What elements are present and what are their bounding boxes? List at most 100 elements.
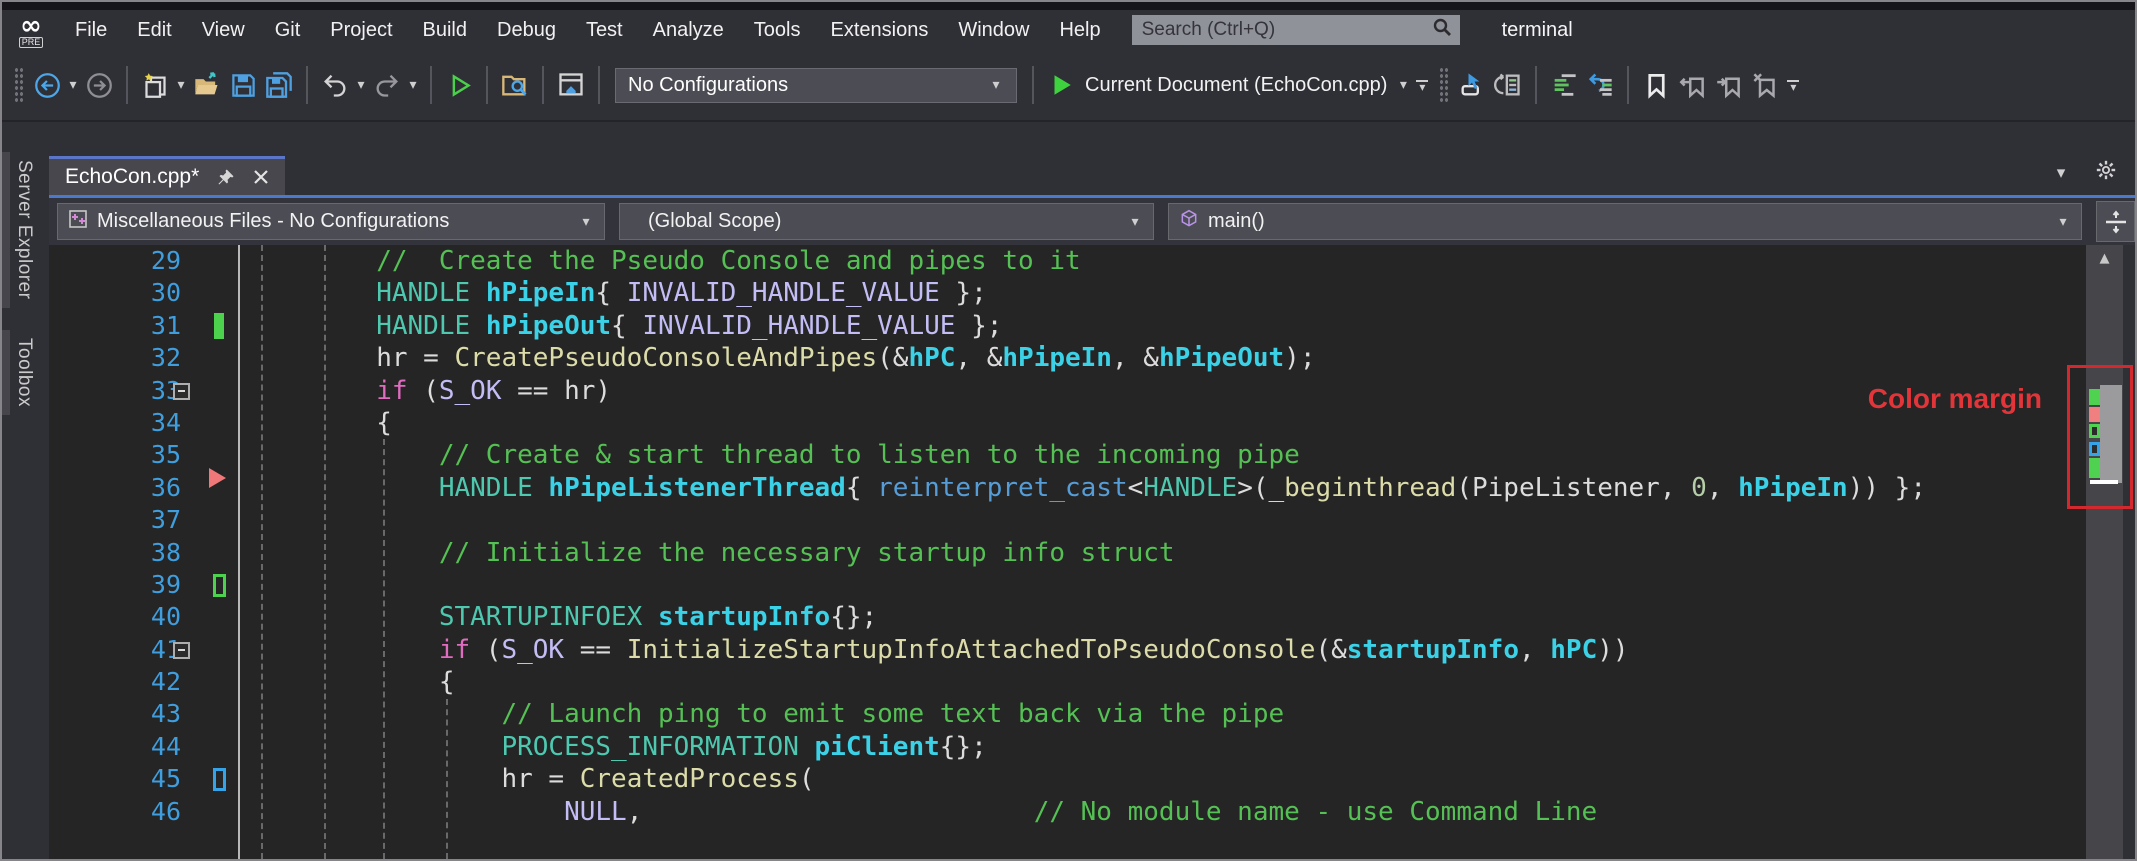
navigate-back-button[interactable] bbox=[29, 67, 65, 103]
glyph-margin[interactable] bbox=[181, 537, 238, 569]
code-line-41[interactable]: 41 if (S_OK == InitializeStartupInfoAtta… bbox=[49, 634, 2086, 666]
comment-selection-button[interactable] bbox=[1546, 67, 1582, 103]
tab-list-chevron-icon[interactable]: ▾ bbox=[2053, 163, 2069, 183]
save-all-button[interactable] bbox=[261, 67, 297, 103]
code-line-30[interactable]: 30 HANDLE hPipeIn{ INVALID_HANDLE_VALUE … bbox=[49, 277, 2086, 309]
code-line-44[interactable]: 44 PROCESS_INFORMATION piClient{}; bbox=[49, 731, 2086, 763]
search-input[interactable] bbox=[1139, 18, 1432, 42]
tool-tab-toolbox[interactable]: Toolbox bbox=[2, 329, 44, 415]
toolbar-overflow-button[interactable]: ▾ bbox=[1782, 79, 1804, 93]
glyph-margin[interactable] bbox=[181, 342, 238, 374]
glyph-margin[interactable] bbox=[181, 310, 238, 342]
menu-item-tools[interactable]: Tools bbox=[739, 10, 816, 50]
toolbar-grip[interactable] bbox=[1439, 67, 1449, 103]
home-window-button[interactable] bbox=[553, 67, 589, 103]
pin-icon[interactable] bbox=[217, 168, 235, 186]
code-line-35[interactable]: 35 // Create & start thread to listen to… bbox=[49, 439, 2086, 471]
search-box[interactable] bbox=[1131, 15, 1460, 45]
code-line-38[interactable]: 38 // Initialize the necessary startup i… bbox=[49, 537, 2086, 569]
glyph-margin[interactable] bbox=[181, 569, 238, 601]
editor[interactable]: 29 // Create the Pseudo Console and pipe… bbox=[49, 245, 2133, 859]
new-item-dropdown[interactable]: ▾ bbox=[173, 77, 189, 93]
code-line-31[interactable]: 31 HANDLE hPipeOut{ INVALID_HANDLE_VALUE… bbox=[49, 310, 2086, 342]
tool-tab-server-explorer[interactable]: Server Explorer bbox=[2, 152, 44, 308]
code-line-42[interactable]: 42 { bbox=[49, 666, 2086, 698]
member-list-button[interactable] bbox=[1454, 67, 1490, 103]
line-number: 34 bbox=[150, 407, 181, 437]
menu-item-analyze[interactable]: Analyze bbox=[638, 10, 739, 50]
code-line-36[interactable]: 36 HANDLE hPipeListenerThread{ reinterpr… bbox=[49, 467, 2086, 504]
start-debugging-button[interactable] bbox=[1043, 67, 1079, 103]
find-in-files-button[interactable] bbox=[497, 67, 533, 103]
terminal-label[interactable]: terminal bbox=[1502, 19, 1573, 42]
start-without-debugging-button[interactable] bbox=[441, 67, 477, 103]
save-button[interactable] bbox=[225, 67, 261, 103]
navigate-forward-button[interactable] bbox=[81, 67, 117, 103]
toggle-bookmark-button[interactable] bbox=[1638, 67, 1674, 103]
menu-item-extensions[interactable]: Extensions bbox=[815, 10, 943, 50]
next-bookmark-button[interactable] bbox=[1710, 67, 1746, 103]
glyph-margin[interactable] bbox=[181, 698, 238, 730]
search-icon[interactable] bbox=[1432, 17, 1452, 43]
glyph-margin[interactable] bbox=[181, 277, 238, 309]
new-item-button[interactable] bbox=[137, 67, 173, 103]
redo-dropdown[interactable]: ▾ bbox=[405, 77, 421, 93]
parameter-info-button[interactable] bbox=[1490, 67, 1526, 103]
code-line-29[interactable]: 29 // Create the Pseudo Console and pipe… bbox=[49, 245, 2086, 277]
menu-item-help[interactable]: Help bbox=[1044, 10, 1115, 50]
glyph-margin[interactable] bbox=[181, 601, 238, 633]
previous-bookmark-button[interactable] bbox=[1674, 67, 1710, 103]
vertical-scrollbar[interactable]: ▲ bbox=[2086, 245, 2123, 859]
fold-collapse-box[interactable] bbox=[173, 641, 190, 659]
glyph-margin[interactable] bbox=[181, 467, 238, 504]
fold-collapse-box[interactable] bbox=[173, 382, 190, 400]
project-dropdown[interactable]: Miscellaneous Files - No Configurations … bbox=[57, 203, 605, 240]
code-line-37[interactable]: 37 bbox=[49, 504, 2086, 536]
menu-item-edit[interactable]: Edit bbox=[122, 10, 186, 50]
gear-icon[interactable] bbox=[2095, 159, 2117, 186]
menu-item-build[interactable]: Build bbox=[408, 10, 482, 50]
code-line-39[interactable]: 39 bbox=[49, 569, 2086, 601]
glyph-margin[interactable] bbox=[181, 796, 238, 828]
glyph-margin[interactable] bbox=[181, 407, 238, 439]
code-line-43[interactable]: 43 // Launch ping to emit some text back… bbox=[49, 698, 2086, 730]
glyph-margin[interactable] bbox=[181, 666, 238, 698]
undo-button[interactable] bbox=[317, 67, 353, 103]
glyph-margin[interactable] bbox=[181, 504, 238, 536]
code-line-45[interactable]: 45 hr = CreatedProcess( bbox=[49, 763, 2086, 795]
member-dropdown[interactable]: main() ▾ bbox=[1168, 203, 2082, 240]
menu-item-view[interactable]: View bbox=[187, 10, 260, 50]
redo-button[interactable] bbox=[369, 67, 405, 103]
undo-dropdown[interactable]: ▾ bbox=[353, 77, 369, 93]
run-target-dropdown[interactable]: ▾ bbox=[1395, 77, 1411, 93]
line-number: 41 bbox=[150, 634, 181, 664]
code-line-46[interactable]: 46 NULL, // No module name - use Command… bbox=[49, 796, 2086, 828]
code-area[interactable]: 29 // Create the Pseudo Console and pipe… bbox=[49, 245, 2086, 859]
menu-item-project[interactable]: Project bbox=[315, 10, 407, 50]
code-line-40[interactable]: 40 STARTUPINFOEX startupInfo{}; bbox=[49, 601, 2086, 633]
glyph-margin[interactable] bbox=[181, 245, 238, 277]
uncomment-selection-button[interactable] bbox=[1582, 67, 1618, 103]
clear-bookmarks-button[interactable] bbox=[1746, 67, 1782, 103]
toolbar-separator bbox=[1627, 66, 1630, 104]
glyph-margin[interactable] bbox=[181, 731, 238, 763]
navigate-back-dropdown[interactable]: ▾ bbox=[65, 77, 81, 93]
menu-item-git[interactable]: Git bbox=[260, 10, 316, 50]
toolbar-grip[interactable] bbox=[14, 67, 23, 103]
tab-echocon[interactable]: EchoCon.cpp* bbox=[49, 156, 286, 195]
scrollbar-up-arrow[interactable]: ▲ bbox=[2086, 251, 2123, 266]
split-editor-button[interactable] bbox=[2096, 201, 2135, 242]
line-number: 29 bbox=[150, 246, 181, 275]
solution-configurations-dropdown[interactable]: No Configurations ▾ bbox=[615, 67, 1017, 103]
close-icon[interactable] bbox=[253, 169, 269, 185]
run-target-label[interactable]: Current Document (EchoCon.cpp) bbox=[1085, 74, 1387, 97]
glyph-margin[interactable] bbox=[181, 763, 238, 795]
menu-item-file[interactable]: File bbox=[60, 10, 122, 50]
menu-item-test[interactable]: Test bbox=[571, 10, 638, 50]
scope-dropdown[interactable]: (Global Scope) ▾ bbox=[619, 203, 1154, 240]
menu-item-debug[interactable]: Debug bbox=[482, 10, 571, 50]
menu-item-window[interactable]: Window bbox=[943, 10, 1044, 50]
open-file-button[interactable] bbox=[189, 67, 225, 103]
code-line-32[interactable]: 32 hr = CreatePseudoConsoleAndPipes(&hPC… bbox=[49, 342, 2086, 374]
toolbar-overflow-button[interactable]: ▾ bbox=[1411, 79, 1433, 93]
